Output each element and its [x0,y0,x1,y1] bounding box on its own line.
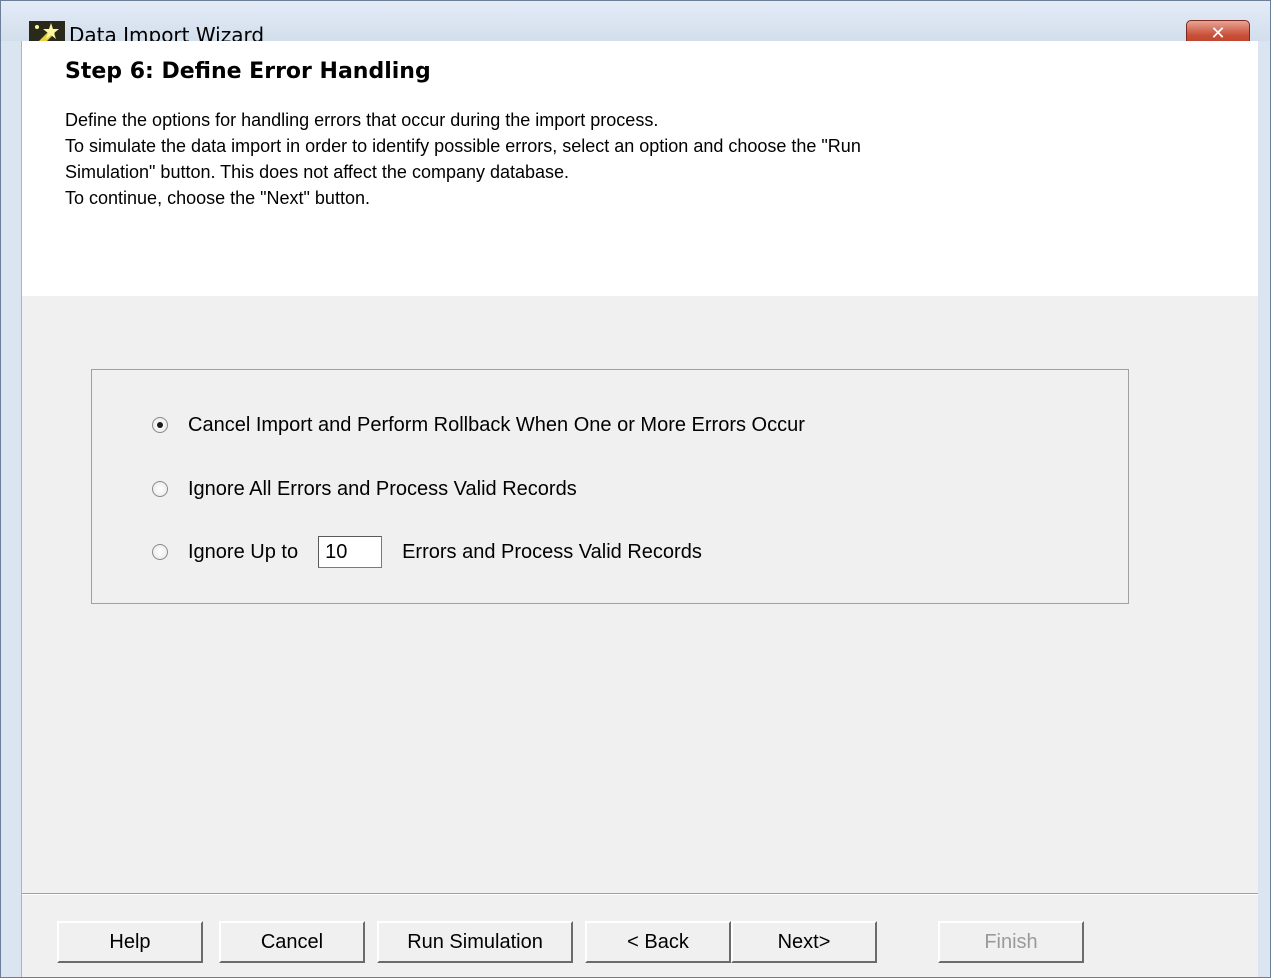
option-ignore-all-label: Ignore All Errors and Process Valid Reco… [188,477,577,500]
option-ignore-up-to[interactable]: Ignore Up to Errors and Process Valid Re… [152,536,702,568]
footer-divider [22,893,1258,895]
cancel-button[interactable]: Cancel [219,921,365,963]
finish-button[interactable]: Finish [938,921,1084,963]
radio-cancel-rollback[interactable] [152,417,168,433]
max-errors-input[interactable] [318,536,383,568]
step-description: Define the options for handling errors t… [65,107,1108,211]
option-ignore-up-to-label-before: Ignore Up to [188,540,299,563]
back-button[interactable]: < Back [585,921,731,963]
option-ignore-all[interactable]: Ignore All Errors and Process Valid Reco… [152,474,577,504]
run-simulation-button[interactable]: Run Simulation [377,921,573,963]
option-ignore-up-to-label-after: Errors and Process Valid Records [402,540,702,563]
option-cancel-rollback[interactable]: Cancel Import and Perform Rollback When … [152,410,805,440]
wizard-client-area: Step 6: Define Error Handling Define the… [21,41,1258,977]
step-title: Step 6: Define Error Handling [65,59,431,84]
radio-ignore-all[interactable] [152,481,168,497]
step-header: Step 6: Define Error Handling Define the… [22,41,1258,296]
title-bar: Data Import Wizard ✕ [1,1,1270,51]
description-line: To continue, choose the "Next" button. [65,188,370,208]
radio-ignore-up-to[interactable] [152,544,168,560]
help-button[interactable]: Help [57,921,203,963]
description-line: Simulation" button. This does not affect… [65,162,570,182]
wizard-window: Data Import Wizard ✕ Step 6: Define Erro… [0,0,1271,978]
next-button[interactable]: Next> [731,921,877,963]
description-line: To simulate the data import in order to … [65,136,861,156]
description-line: Define the options for handling errors t… [65,110,659,130]
option-cancel-rollback-label: Cancel Import and Perform Rollback When … [188,413,805,436]
error-handling-group: Cancel Import and Perform Rollback When … [91,369,1129,604]
